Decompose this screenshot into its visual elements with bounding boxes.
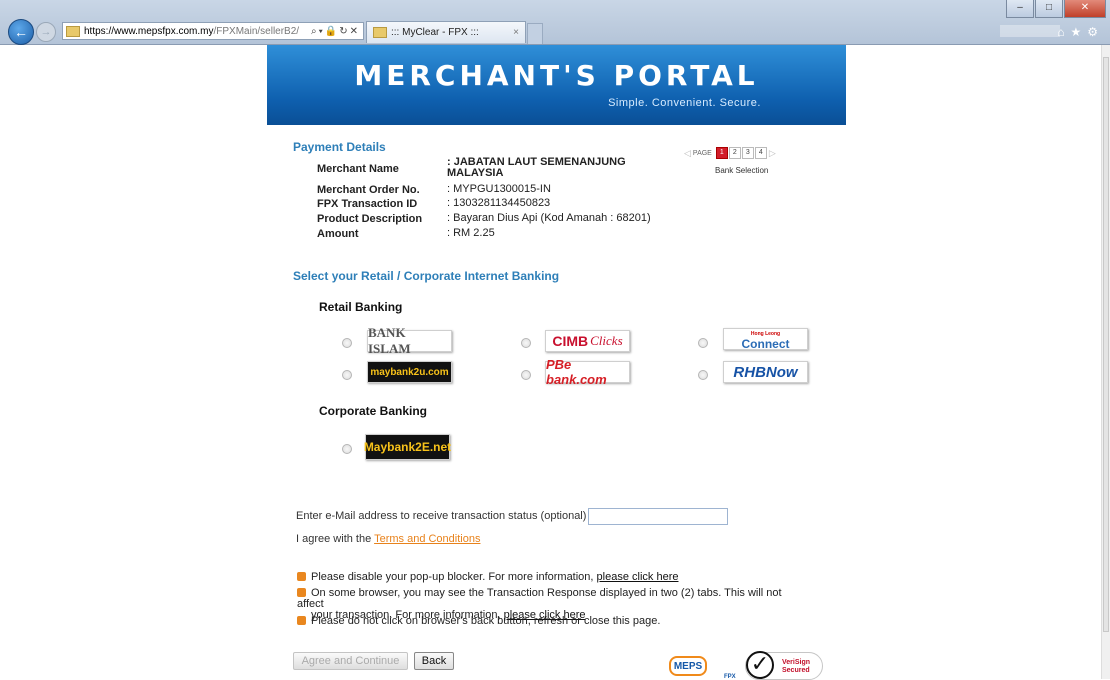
note-1-text: Please disable your pop-up blocker. For …	[311, 571, 597, 583]
scrollbar-thumb[interactable]	[1103, 57, 1109, 632]
terms-agreement: I agree with the Terms and Conditions	[296, 533, 480, 545]
portal-tagline: Simple. Convenient. Secure.	[608, 97, 761, 109]
portal-title: MERCHANT'S PORTAL	[354, 59, 759, 92]
amount-label: Amount	[317, 228, 359, 240]
meps-logo: MEPS	[669, 656, 707, 676]
portal-banner: MERCHANT'S PORTAL Simple. Convenient. Se…	[267, 45, 846, 125]
merchant-order-label: Merchant Order No.	[317, 184, 420, 196]
cimb-suffix: Clicks	[590, 333, 623, 348]
maybank2e-logo[interactable]: Maybank2E.net	[363, 434, 452, 460]
hong-leong-name: Connect	[741, 337, 790, 351]
radio-pbebank[interactable]	[521, 370, 531, 380]
address-tools-icon[interactable]: ⌕▾🔒↻✕	[311, 26, 363, 37]
page-scrollbar[interactable]	[1101, 45, 1110, 679]
back-arrow-icon[interactable]: ←	[8, 19, 34, 45]
window-controls: – □ ✕	[1005, 0, 1106, 18]
checkmark-icon: ✓	[746, 651, 774, 679]
toolbar-icons[interactable]: ⌂★⚙	[1057, 25, 1104, 39]
fpx-transaction-label: FPX Transaction ID	[317, 198, 418, 210]
retail-banking-heading: Retail Banking	[319, 300, 403, 314]
select-banking-heading: Select your Retail / Corporate Internet …	[293, 269, 560, 283]
fpx-transaction-value: : 1303281134450823	[447, 197, 551, 209]
maybank2u-logo[interactable]: maybank2u.com	[367, 361, 452, 383]
toolbar-search[interactable]	[1000, 25, 1060, 37]
maximize-icon[interactable]: □	[1035, 0, 1063, 18]
note-3-text: Please do not click on browser's back bu…	[311, 615, 661, 627]
page-2[interactable]: 2	[728, 147, 741, 159]
browser-toolbar: – □ ✕ ← → https://www.mepsfpx.com.my /FP…	[0, 0, 1110, 45]
verisign-line-1: VeriSign	[782, 659, 811, 666]
email-field[interactable]	[588, 508, 728, 525]
radio-maybank2e[interactable]	[342, 444, 352, 454]
tab-title: ::: MyClear - FPX :::	[391, 27, 479, 38]
agree-continue-button[interactable]: Agree and Continue	[293, 652, 408, 670]
merchant-name-value: : JABATAN LAUT SEMENANJUNG MALAYSIA	[447, 156, 626, 179]
forward-arrow-icon[interactable]: →	[36, 22, 56, 42]
back-button[interactable]: Back	[414, 652, 454, 670]
page-indicator: ◁ PAGE 1 2 3 4 ▷	[682, 147, 778, 159]
note-popup-blocker: Please disable your pop-up blocker. For …	[297, 572, 797, 583]
radio-cimb[interactable]	[521, 338, 531, 348]
bank-islam-logo[interactable]: BANK ISLAM	[367, 325, 452, 356]
cimb-name: CIMB	[552, 333, 589, 349]
site-favicon-icon	[66, 25, 80, 37]
tab-close-icon[interactable]: ×	[513, 27, 519, 38]
new-tab-button[interactable]	[527, 23, 543, 44]
page-4[interactable]: 4	[754, 147, 767, 159]
radio-maybank2u[interactable]	[342, 370, 352, 380]
hong-leong-connect-logo[interactable]: Hong Leong Connect	[723, 328, 808, 350]
minimize-icon[interactable]: –	[1006, 0, 1034, 18]
cimb-clicks-logo[interactable]: CIMB Clicks	[545, 330, 630, 352]
browser-tab[interactable]: ::: MyClear - FPX ::: ×	[366, 21, 526, 43]
radio-hong-leong[interactable]	[698, 338, 708, 348]
portal-content: Payment Details Merchant Name : JABATAN …	[267, 125, 846, 680]
radio-bank-islam[interactable]	[342, 338, 352, 348]
prev-page-icon[interactable]: ◁	[684, 148, 691, 159]
payment-details-heading: Payment Details	[293, 140, 386, 154]
pbebank-logo[interactable]: PBe bank.com	[545, 357, 630, 387]
page-caption: Bank Selection	[715, 166, 769, 175]
next-page-icon[interactable]: ▷	[769, 148, 776, 159]
maybank2u-name: maybank2u.com	[370, 366, 449, 378]
address-host: https://www.mepsfpx.com.my	[84, 25, 214, 37]
terms-prefix: I agree with the	[296, 533, 375, 545]
maybank2e-name: Maybank2E.net	[363, 440, 452, 454]
merchant-order-value: : MYPGU1300015-IN	[447, 183, 551, 195]
bullet-icon	[297, 572, 306, 581]
address-path: /FPXMain/sellerB2/	[213, 25, 300, 37]
terms-link[interactable]: Terms and Conditions	[374, 533, 480, 545]
amount-value: : RM 2.25	[447, 227, 495, 239]
product-description-label: Product Description	[317, 213, 423, 225]
tab-favicon-icon	[373, 27, 387, 38]
verisign-label: VeriSign Secured	[782, 659, 810, 675]
page-1[interactable]: 1	[715, 147, 728, 159]
note-back-button: Please do not click on browser's back bu…	[297, 616, 797, 627]
close-icon[interactable]: ✕	[1064, 0, 1106, 18]
pbebank-name: PBe bank.com	[546, 357, 607, 387]
fpx-logo-text: FPX	[724, 674, 736, 680]
page-label: PAGE	[692, 149, 712, 157]
rhb-now-name: RHBNow	[733, 363, 798, 381]
email-label: Enter e-Mail address to receive transact…	[296, 510, 587, 522]
product-description-value: : Bayaran Dius Api (Kod Amanah : 68201)	[447, 212, 651, 224]
radio-rhb-now[interactable]	[698, 370, 708, 380]
corporate-banking-heading: Corporate Banking	[319, 404, 428, 418]
verisign-seal[interactable]: ✓ VeriSign Secured	[745, 651, 823, 680]
note-2-text-a: On some browser, you may see the Transac…	[297, 587, 782, 610]
bullet-icon	[297, 616, 306, 625]
rhb-now-logo[interactable]: RHBNow	[723, 361, 808, 383]
verisign-line-2: Secured	[782, 667, 810, 674]
address-bar[interactable]: https://www.mepsfpx.com.my /FPXMain/sell…	[62, 22, 364, 40]
note-1-link[interactable]: please click here	[597, 571, 679, 583]
page-3[interactable]: 3	[741, 147, 754, 159]
merchant-name-label: Merchant Name	[317, 163, 399, 175]
bullet-icon	[297, 588, 306, 597]
bank-islam-name: BANK ISLAM	[368, 325, 411, 356]
